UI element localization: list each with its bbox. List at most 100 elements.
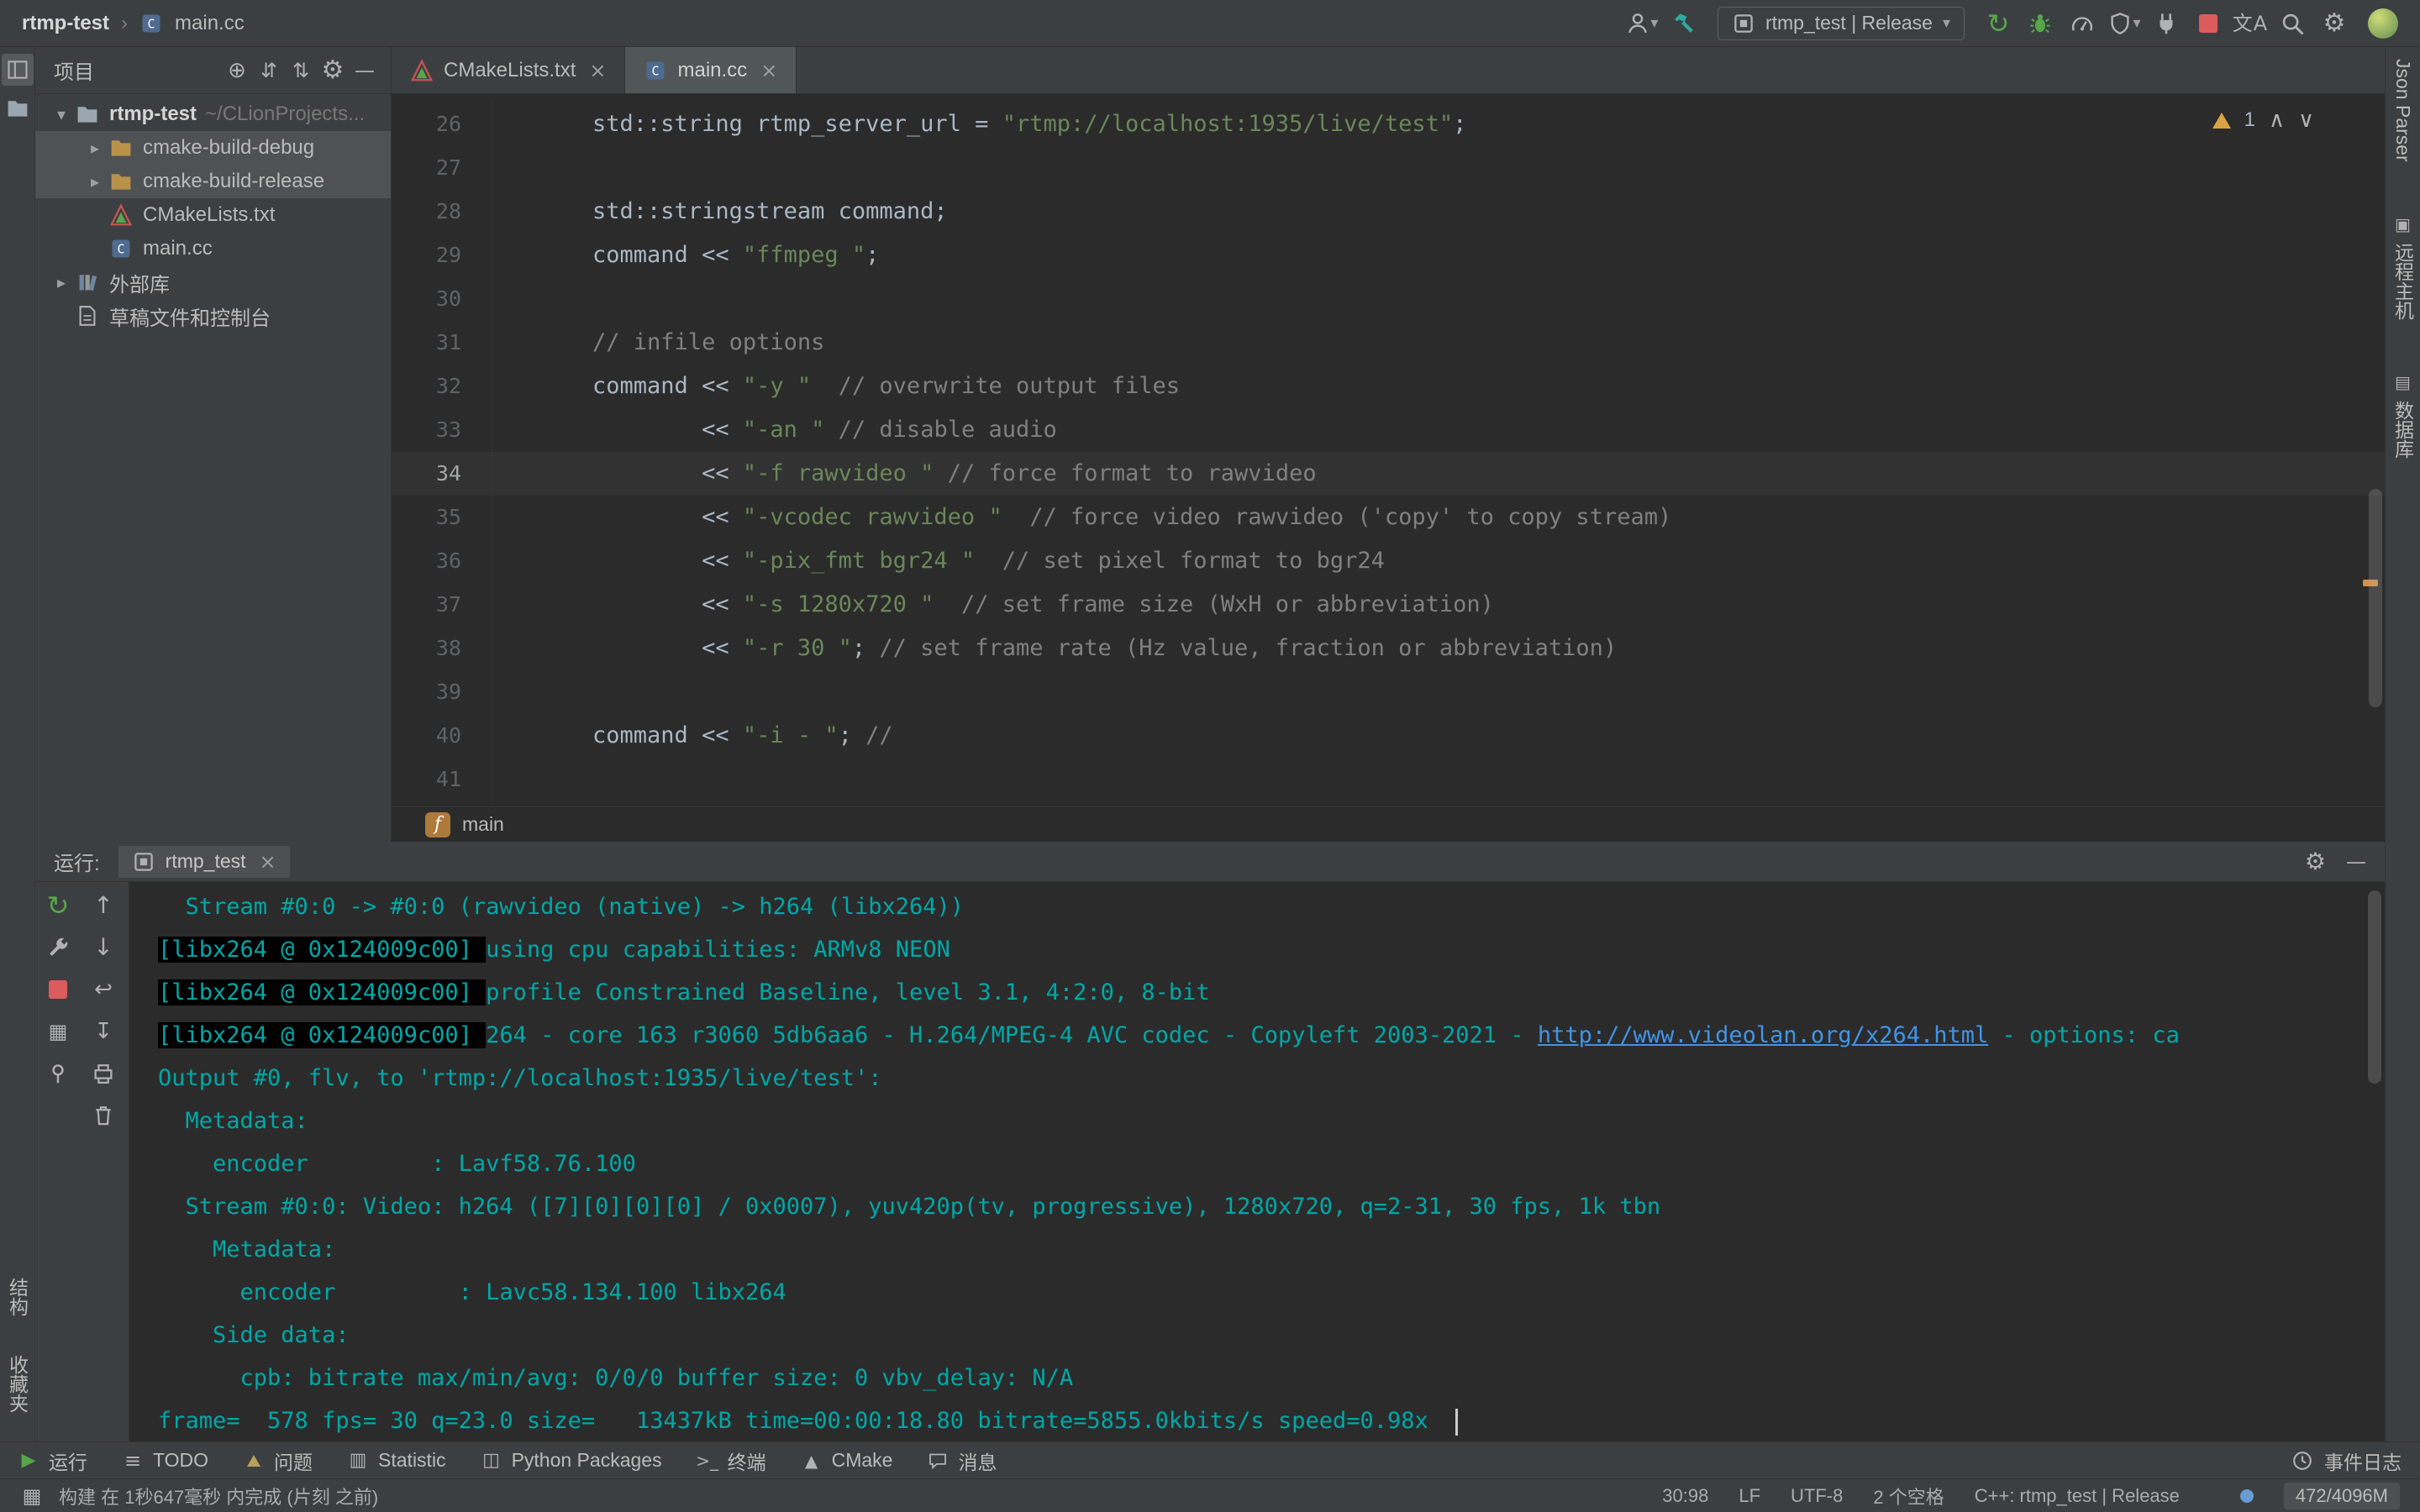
code-text: << "-vcodec rawvideo " // force video ra… bbox=[492, 496, 1671, 539]
editor-scrollbar[interactable] bbox=[2369, 489, 2382, 707]
memory-indicator[interactable]: 472/4096M bbox=[2284, 1483, 2400, 1509]
trash-icon[interactable] bbox=[85, 1097, 122, 1134]
tool-button-Statistic[interactable]: ▥Statistic bbox=[348, 1449, 446, 1472]
tool-button-运行[interactable]: ▶运行 bbox=[18, 1446, 87, 1475]
rerun-icon[interactable]: ↻ bbox=[39, 887, 76, 924]
indent-setting[interactable]: 2 个空格 bbox=[1873, 1483, 1944, 1509]
console-text: encoder : Lavf58.76.100 bbox=[158, 1151, 636, 1177]
close-icon[interactable]: × bbox=[260, 850, 276, 874]
attach-icon[interactable] bbox=[2148, 5, 2185, 42]
pin-icon[interactable] bbox=[39, 1055, 76, 1092]
tree-item-外部库[interactable]: ▸外部库 bbox=[35, 265, 391, 299]
tool-button-database[interactable]: ▤数据库 bbox=[2389, 370, 2417, 459]
code-line-26[interactable]: 26 std::string rtmp_server_url = "rtmp:/… bbox=[392, 102, 2385, 146]
user-icon[interactable]: ▾ bbox=[1623, 5, 1660, 42]
code-line-31[interactable]: 31 // infile options bbox=[392, 321, 2385, 365]
tree-item-cmake-build-release[interactable]: ▸cmake-build-release bbox=[35, 165, 391, 198]
user-avatar[interactable] bbox=[2368, 8, 2398, 39]
code-line-34[interactable]: 34 << "-f rawvideo " // force format to … bbox=[392, 452, 2385, 496]
toolwindow-switcher-icon[interactable]: ▦ bbox=[20, 1484, 44, 1508]
chevron-right-icon[interactable]: ▸ bbox=[81, 171, 109, 192]
tree-item-CMakeLists.txt[interactable]: CMakeLists.txt bbox=[35, 198, 391, 232]
grid-icon[interactable]: ▦ bbox=[39, 1013, 76, 1050]
toolchain[interactable]: C++: rtmp_test | Release bbox=[1975, 1485, 2180, 1507]
stop-icon[interactable] bbox=[39, 971, 76, 1008]
tree-item-rtmp-test[interactable]: ▾rtmp-test~/CLionProjects... bbox=[35, 97, 391, 131]
scrollend-icon[interactable]: ↧ bbox=[85, 1013, 122, 1050]
run-tab-rtmp-test[interactable]: rtmp_test × bbox=[118, 846, 290, 878]
translate-icon[interactable]: 文A bbox=[2232, 5, 2269, 42]
code-editor[interactable]: 26 std::string rtmp_server_url = "rtmp:/… bbox=[392, 94, 2385, 806]
code-line-30[interactable]: 30 bbox=[392, 277, 2385, 321]
code-line-36[interactable]: 36 << "-pix_fmt bgr24 " // set pixel for… bbox=[392, 539, 2385, 583]
tool-button-json-parser[interactable]: Json Parser bbox=[2391, 59, 2414, 162]
editor-tab-CMakeLists.txt[interactable]: CMakeLists.txt× bbox=[392, 47, 625, 93]
caret-position[interactable]: 30:98 bbox=[1662, 1485, 1708, 1507]
run-settings-icon[interactable]: ⚙ bbox=[2305, 850, 2326, 874]
console-link[interactable]: http://www.videolan.org/x264.html bbox=[1538, 1022, 1988, 1048]
editor-tab-main.cc[interactable]: Cmain.cc× bbox=[625, 47, 797, 93]
chevron-right-icon[interactable]: ▸ bbox=[47, 272, 76, 292]
next-issue-icon[interactable]: ∨ bbox=[2298, 108, 2314, 133]
tool-button-favorites[interactable]: 收藏夹 bbox=[3, 1355, 32, 1413]
run-config-selector[interactable]: rtmp_test | Release ▾ bbox=[1718, 7, 1965, 40]
coverage-icon[interactable]: ▾ bbox=[2106, 5, 2143, 42]
tool-button-project[interactable] bbox=[2, 54, 34, 86]
console-text: profile Constrained Baseline, level 3.1,… bbox=[486, 979, 1210, 1005]
prev-issue-icon[interactable]: ∧ bbox=[2269, 108, 2285, 133]
tool-button-structure[interactable]: 结构 bbox=[3, 1278, 32, 1316]
code-line-40[interactable]: 40 command << "-i - "; // bbox=[392, 714, 2385, 758]
tool-button-files[interactable] bbox=[2, 92, 34, 124]
tool-button-消息[interactable]: 消息 bbox=[928, 1446, 997, 1475]
tool-button-Python Packages[interactable]: ◫Python Packages bbox=[481, 1449, 662, 1472]
run-console[interactable]: Stream #0:0 -> #0:0 (rawvideo (native) -… bbox=[129, 882, 2385, 1441]
close-icon[interactable]: × bbox=[589, 59, 606, 82]
locate-icon[interactable]: ⊕ bbox=[221, 55, 253, 87]
stop-icon[interactable] bbox=[2190, 5, 2227, 42]
rerun-icon[interactable]: ↻ bbox=[1980, 5, 2017, 42]
chevron-down-icon[interactable]: ▾ bbox=[47, 104, 76, 124]
tool-button-终端[interactable]: >_终端 bbox=[697, 1446, 766, 1475]
code-line-27[interactable]: 27 bbox=[392, 146, 2385, 190]
svg-text:C: C bbox=[148, 16, 155, 31]
code-line-32[interactable]: 32 command << "-y " // overwrite output … bbox=[392, 365, 2385, 408]
collapse-all-icon[interactable]: ⇅ bbox=[285, 55, 317, 87]
file-encoding[interactable]: UTF-8 bbox=[1791, 1485, 1843, 1507]
tree-item-main.cc[interactable]: Cmain.cc bbox=[35, 232, 391, 265]
settings-icon[interactable]: ⚙ bbox=[317, 55, 349, 87]
code-line-39[interactable]: 39 bbox=[392, 670, 2385, 714]
search-icon[interactable] bbox=[2274, 5, 2311, 42]
close-icon[interactable]: × bbox=[760, 59, 777, 82]
code-line-35[interactable]: 35 << "-vcodec rawvideo " // force video… bbox=[392, 496, 2385, 539]
console-scrollbar[interactable] bbox=[2368, 890, 2381, 1084]
tree-item-cmake-build-debug[interactable]: ▸cmake-build-debug bbox=[35, 131, 391, 165]
tool-button-remote-host[interactable]: ▣远程主机 bbox=[2389, 213, 2417, 320]
tool-button-CMake[interactable]: ▲CMake bbox=[802, 1449, 893, 1472]
wrench-icon[interactable] bbox=[39, 929, 76, 966]
code-line-28[interactable]: 28 std::stringstream command; bbox=[392, 190, 2385, 234]
arrow-down-icon[interactable]: ↓ bbox=[85, 929, 122, 966]
settings-icon[interactable]: ⚙ bbox=[2316, 5, 2353, 42]
breadcrumb-function[interactable]: main bbox=[462, 813, 504, 836]
code-line-33[interactable]: 33 << "-an " // disable audio bbox=[392, 408, 2385, 452]
arrow-up-icon[interactable]: ↑ bbox=[85, 887, 122, 924]
notifications[interactable] bbox=[2240, 1489, 2254, 1503]
tool-button-问题[interactable]: 问题 bbox=[244, 1446, 313, 1475]
hide-panel-icon[interactable]: — bbox=[2346, 852, 2366, 872]
tool-button-TODO[interactable]: ≡TODO bbox=[123, 1449, 208, 1472]
code-line-29[interactable]: 29 command << "ffmpeg "; bbox=[392, 234, 2385, 277]
print-icon[interactable] bbox=[85, 1055, 122, 1092]
code-line-38[interactable]: 38 << "-r 30 "; // set frame rate (Hz va… bbox=[392, 627, 2385, 670]
chevron-right-icon[interactable]: ▸ bbox=[81, 138, 109, 158]
code-line-41[interactable]: 41 bbox=[392, 758, 2385, 801]
expand-all-icon[interactable]: ⇵ bbox=[253, 55, 285, 87]
line-separator[interactable]: LF bbox=[1739, 1485, 1760, 1507]
tree-item-草稿文件和控制台[interactable]: 草稿文件和控制台 bbox=[35, 299, 391, 333]
hide-icon[interactable]: — bbox=[349, 55, 381, 87]
profiler-icon[interactable] bbox=[2064, 5, 2101, 42]
debug-icon[interactable] bbox=[2022, 5, 2059, 42]
code-line-37[interactable]: 37 << "-s 1280x720 " // set frame size (… bbox=[392, 583, 2385, 627]
softwrap-icon[interactable]: ↩ bbox=[85, 971, 122, 1008]
tool-button-event-log[interactable]: 事件日志 bbox=[2291, 1446, 2402, 1475]
build-hammer-icon[interactable] bbox=[1665, 5, 1702, 42]
